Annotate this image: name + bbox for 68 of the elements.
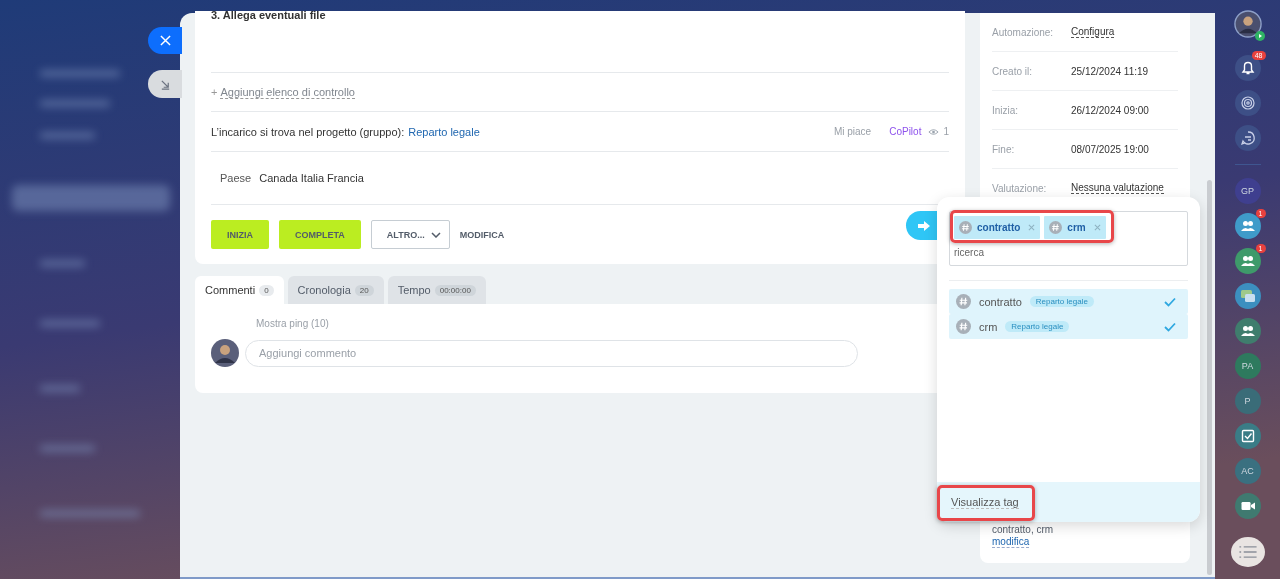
hash-icon [959,221,972,234]
check-icon [1164,321,1176,332]
tab[interactable]: Tempo 00:00:00 [387,276,486,304]
check-icon [1164,296,1176,307]
group-badge: Reparto legale [1005,321,1070,332]
tags-value: contratto, crm [992,524,1055,535]
arrow-icon [917,219,931,232]
add-checklist-link[interactable]: Aggiungi elenco di controllo [220,85,355,99]
group-badge: Reparto legale [1029,296,1094,307]
project-link[interactable]: Reparto legale [408,125,480,138]
detail-label: Automazione: [992,26,1055,38]
detail-link[interactable]: Configura [1071,26,1115,38]
action-button[interactable]: INIZIA [211,220,269,249]
view-count: 1 [943,126,949,137]
avatar-icon [211,339,239,367]
detail-label: Valutazione: [992,182,1048,194]
detail-label: Fine: [992,143,1016,155]
project-label: L’incarico si trova nel progetto (gruppo): [211,125,405,138]
detail-label: Inizia: [992,104,1020,116]
hash-icon [956,319,971,334]
message-icon[interactable] [1234,282,1261,309]
tag-chip[interactable]: contratto [954,216,1041,239]
checklist-item: 3. Allega eventuali file [211,11,949,73]
count-badge: 00:00:00 [434,284,476,296]
plus-sign: + [211,86,218,98]
camera-icon[interactable] [1234,492,1261,519]
people-icon[interactable] [1234,212,1261,239]
more-dropdown[interactable]: ALTRO... [370,220,450,249]
tag-search-field[interactable]: contratto crm ricerca [949,211,1188,266]
copilot-link[interactable]: CoPilot [889,126,922,137]
like-link[interactable]: Mi piace [833,126,872,137]
people-icon[interactable] [1234,247,1261,274]
detail-value: 25/12/2024 11:19 [1071,65,1149,77]
count-badge: 20 [354,284,374,296]
collapse-button[interactable] [148,70,182,98]
spiral-icon[interactable] [1234,90,1261,116]
collapse-icon [159,78,171,90]
tag-option[interactable]: crm Reparto legale [949,314,1188,339]
avatar-icon[interactable] [1233,10,1262,38]
count-badge: 0 [259,284,274,296]
close-button[interactable] [148,27,182,54]
view-tags-link[interactable]: Visualizza tag [951,495,1019,509]
tag-chip[interactable]: crm [1044,216,1106,239]
hash-icon [1049,221,1063,234]
field-label: Paese [220,172,252,184]
bell-icon[interactable] [1234,55,1261,81]
field-value: Canada Italia Francia [259,172,364,184]
checkbox-icon[interactable] [1234,422,1261,449]
comment-field[interactable]: Aggiungi commento [245,339,858,367]
chat-icon[interactable] [1234,125,1261,151]
detail-link[interactable]: Nessuna valutazione [1071,182,1164,194]
close-icon [159,35,171,46]
eye-icon [928,127,940,136]
action-button[interactable]: COMPLETA [279,220,361,249]
hash-icon [956,294,971,309]
tab[interactable]: Cronologia 20 [287,276,384,304]
caret-icon [430,231,441,238]
tag-option[interactable]: contratto Reparto legale [949,289,1188,314]
scrollbar[interactable] [1207,180,1212,575]
detail-label: Creato il: [992,65,1033,77]
play-icon [1254,31,1265,41]
detail-value: 26/12/2024 09:00 [1071,104,1149,116]
edit-tags-link[interactable]: modifica [992,536,1030,548]
tab[interactable]: Commenti 0 [195,276,284,304]
detail-value: 08/07/2025 19:00 [1071,143,1149,155]
edit-button[interactable]: MODIFICA [459,229,505,240]
list-icon [1238,545,1257,558]
people-icon[interactable] [1234,317,1261,344]
